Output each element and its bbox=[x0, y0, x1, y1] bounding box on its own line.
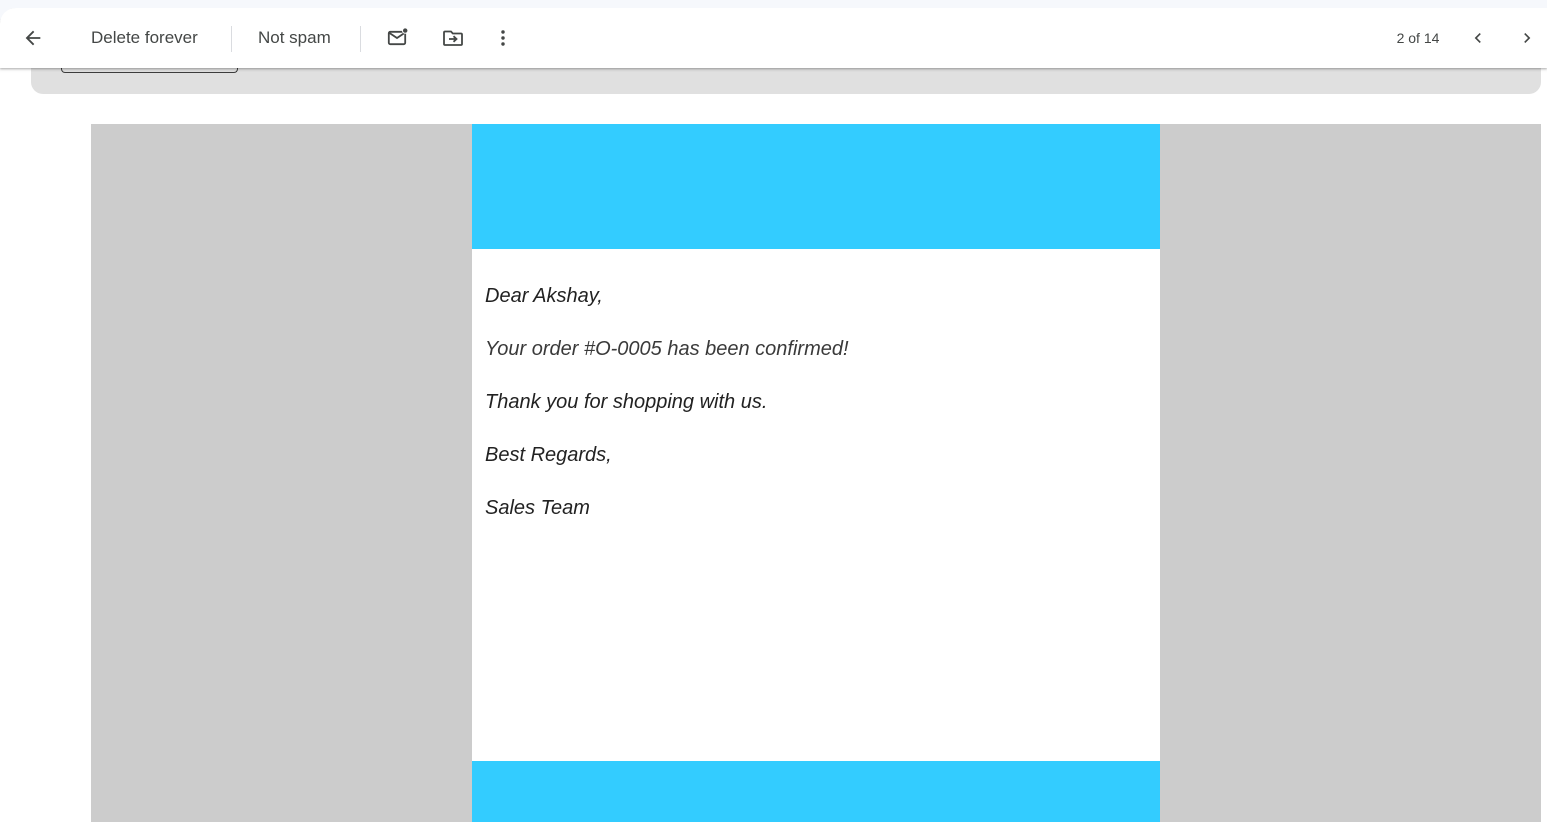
chevron-left-icon bbox=[1474, 33, 1481, 43]
older-button[interactable] bbox=[1507, 18, 1547, 58]
email-view: Delete forever Not spam 2 of 14 Dear Aks… bbox=[0, 8, 1547, 822]
more-options-button[interactable] bbox=[483, 18, 523, 58]
mark-unread-icon bbox=[387, 27, 409, 46]
delete-forever-button[interactable]: Delete forever bbox=[79, 18, 210, 58]
email-card: Dear Akshay, Your order #O-0005 has been… bbox=[472, 124, 1160, 822]
email-footer-band bbox=[472, 761, 1160, 822]
back-button[interactable] bbox=[13, 18, 53, 58]
email-content-background: Dear Akshay, Your order #O-0005 has been… bbox=[91, 124, 1541, 822]
email-order-line: Your order #O-0005 has been confirmed! bbox=[485, 338, 849, 360]
arrow-left-icon bbox=[25, 30, 41, 46]
email-header-band bbox=[472, 124, 1160, 249]
email-thanks-line: Thank you for shopping with us. bbox=[485, 391, 768, 413]
pagination-count: 2 of 14 bbox=[1396, 30, 1440, 46]
more-vert-icon bbox=[501, 30, 505, 46]
not-spam-button[interactable]: Not spam bbox=[246, 18, 343, 58]
chevron-right-icon bbox=[1524, 33, 1531, 43]
email-signature: Sales Team bbox=[485, 497, 590, 519]
toolbar-divider bbox=[231, 26, 232, 52]
newer-button[interactable] bbox=[1458, 18, 1498, 58]
move-to-folder-icon bbox=[443, 30, 463, 46]
email-greeting: Dear Akshay, bbox=[485, 285, 603, 307]
move-to-button[interactable] bbox=[433, 18, 473, 58]
email-closing: Best Regards, bbox=[485, 444, 612, 466]
email-body: Dear Akshay, Your order #O-0005 has been… bbox=[485, 284, 1145, 549]
toolbar-divider bbox=[360, 26, 361, 52]
mark-unread-button[interactable] bbox=[378, 18, 418, 58]
message-toolbar: Delete forever Not spam 2 of 14 bbox=[0, 8, 1547, 68]
